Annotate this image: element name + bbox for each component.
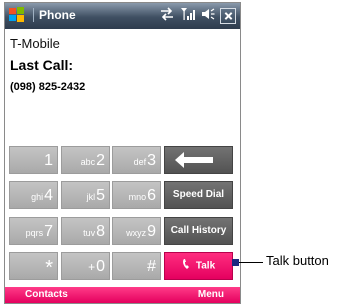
callout-marker <box>232 259 239 266</box>
key-3[interactable]: def3 <box>112 146 161 174</box>
callout-line <box>239 262 263 263</box>
phone-screen: Phone T-Mobile Last Call: (098) 825-2432… <box>4 2 241 304</box>
phone-handset-icon <box>182 253 192 279</box>
title-bar: Phone <box>5 3 240 29</box>
key-0[interactable]: +0 <box>61 252 110 280</box>
call-history-button[interactable]: Call History <box>164 217 233 245</box>
key-7[interactable]: pqrs7 <box>9 217 58 245</box>
key-9[interactable]: wxyz9 <box>112 217 161 245</box>
carrier-name: T-Mobile <box>10 36 60 51</box>
key-hash[interactable]: # <box>112 252 161 280</box>
backspace-button[interactable] <box>164 146 233 174</box>
signal-strength-icon[interactable] <box>180 7 196 26</box>
talk-label: Talk <box>195 260 216 272</box>
talk-button[interactable]: Talk <box>164 252 233 280</box>
left-arrow-icon <box>175 152 213 168</box>
key-5[interactable]: jkl5 <box>61 181 110 209</box>
last-call-label: Last Call: <box>10 57 74 73</box>
close-icon[interactable] <box>220 8 236 24</box>
window-title: Phone <box>33 8 76 22</box>
key-1[interactable]: 1 <box>9 146 58 174</box>
last-call-number: (098) 825-2432 <box>10 81 86 93</box>
speaker-icon[interactable] <box>201 7 215 26</box>
talk-button-callout: Talk button <box>266 253 329 268</box>
key-4[interactable]: ghi4 <box>9 181 58 209</box>
sync-arrows-icon[interactable] <box>159 6 175 26</box>
windows-flag-icon[interactable] <box>8 6 26 24</box>
status-icons <box>159 6 236 26</box>
key-star[interactable]: * <box>9 252 58 280</box>
soft-key-bar: Contacts Menu <box>5 287 240 303</box>
speed-dial-button[interactable]: Speed Dial <box>164 181 233 209</box>
key-2[interactable]: abc2 <box>61 146 110 174</box>
key-8[interactable]: tuv8 <box>61 217 110 245</box>
contacts-softkey[interactable]: Contacts <box>25 289 68 300</box>
key-6[interactable]: mno6 <box>112 181 161 209</box>
menu-softkey[interactable]: Menu <box>198 289 224 300</box>
